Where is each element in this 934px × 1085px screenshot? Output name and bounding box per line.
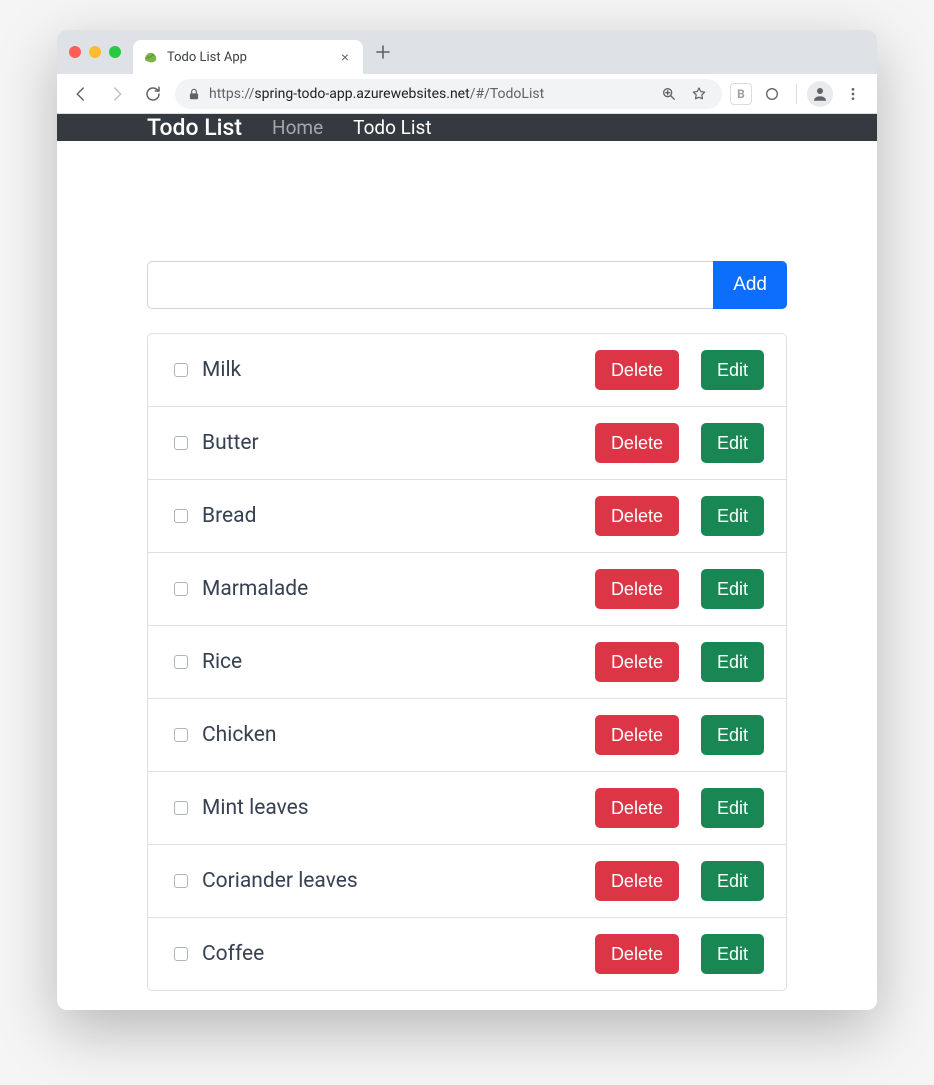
edit-button[interactable]: Edit xyxy=(701,423,764,463)
list-item: Chicken Delete Edit xyxy=(148,698,786,771)
app-navbar: Todo List Home Todo List xyxy=(57,114,877,141)
list-item: Mint leaves Delete Edit xyxy=(148,771,786,844)
delete-button[interactable]: Delete xyxy=(595,642,679,682)
delete-button[interactable]: Delete xyxy=(595,569,679,609)
nav-link-home[interactable]: Home xyxy=(272,116,323,139)
browser-toolbar: https://spring-todo-app.azurewebsites.ne… xyxy=(57,74,877,114)
add-row: Add xyxy=(147,261,787,309)
reload-button[interactable] xyxy=(139,80,167,108)
todo-checkbox[interactable] xyxy=(174,509,188,523)
edit-button[interactable]: Edit xyxy=(701,934,764,974)
edit-button[interactable]: Edit xyxy=(701,861,764,901)
delete-button[interactable]: Delete xyxy=(595,423,679,463)
kebab-menu-icon[interactable] xyxy=(839,80,867,108)
profile-avatar-icon[interactable] xyxy=(807,81,833,107)
extension-icon[interactable]: B xyxy=(730,83,752,105)
todo-text: Mint leaves xyxy=(202,796,581,820)
window-fullscreen-button[interactable] xyxy=(109,46,121,58)
todo-checkbox[interactable] xyxy=(174,874,188,888)
url-text: https://spring-todo-app.azurewebsites.ne… xyxy=(209,86,650,102)
delete-button[interactable]: Delete xyxy=(595,496,679,536)
url-host: spring-todo-app.azurewebsites.net xyxy=(254,86,469,102)
todo-checkbox[interactable] xyxy=(174,728,188,742)
list-item: Rice Delete Edit xyxy=(148,625,786,698)
todo-text: Marmalade xyxy=(202,577,581,601)
todo-text: Rice xyxy=(202,650,581,674)
new-todo-input[interactable] xyxy=(147,261,713,309)
todo-checkbox[interactable] xyxy=(174,436,188,450)
nav-link-todo-list[interactable]: Todo List xyxy=(353,116,431,139)
edit-button[interactable]: Edit xyxy=(701,496,764,536)
delete-button[interactable]: Delete xyxy=(595,788,679,828)
list-item: Bread Delete Edit xyxy=(148,479,786,552)
browser-window: Todo List App × xyxy=(57,30,877,1010)
window-controls xyxy=(69,30,133,74)
delete-button[interactable]: Delete xyxy=(595,934,679,974)
todo-checkbox[interactable] xyxy=(174,947,188,961)
edit-button[interactable]: Edit xyxy=(701,569,764,609)
browser-tab[interactable]: Todo List App × xyxy=(133,40,363,74)
window-minimize-button[interactable] xyxy=(89,46,101,58)
todo-checkbox[interactable] xyxy=(174,801,188,815)
bookmark-star-icon[interactable] xyxy=(688,83,710,105)
edit-button[interactable]: Edit xyxy=(701,715,764,755)
todo-checkbox[interactable] xyxy=(174,582,188,596)
todo-text: Chicken xyxy=(202,723,581,747)
delete-button[interactable]: Delete xyxy=(595,350,679,390)
lock-icon xyxy=(187,87,201,101)
todo-text: Coffee xyxy=(202,942,581,966)
tab-close-icon[interactable]: × xyxy=(337,49,353,65)
page-viewport: Todo List Home Todo List Add Milk Delete E… xyxy=(57,114,877,1010)
address-bar[interactable]: https://spring-todo-app.azurewebsites.ne… xyxy=(175,79,722,109)
list-item: Coffee Delete Edit xyxy=(148,917,786,990)
forward-button[interactable] xyxy=(103,80,131,108)
todo-checkbox[interactable] xyxy=(174,655,188,669)
url-path: /#/TodoList xyxy=(470,86,544,102)
list-item: Butter Delete Edit xyxy=(148,406,786,479)
list-item: Coriander leaves Delete Edit xyxy=(148,844,786,917)
tab-favicon-icon xyxy=(143,49,159,65)
add-button[interactable]: Add xyxy=(713,261,787,309)
navbar-brand: Todo List xyxy=(147,114,242,141)
edit-button[interactable]: Edit xyxy=(701,788,764,828)
todo-checkbox[interactable] xyxy=(174,363,188,377)
new-tab-button[interactable] xyxy=(369,38,397,66)
edit-button[interactable]: Edit xyxy=(701,350,764,390)
todo-text: Milk xyxy=(202,358,581,382)
zoom-icon[interactable] xyxy=(658,83,680,105)
delete-button[interactable]: Delete xyxy=(595,861,679,901)
todo-text: Bread xyxy=(202,504,581,528)
todo-text: Coriander leaves xyxy=(202,869,581,893)
page-body: Add Milk Delete Edit Butter Delete Edit Bread D… xyxy=(57,141,877,1010)
toolbar-divider xyxy=(796,84,797,104)
delete-button[interactable]: Delete xyxy=(595,715,679,755)
list-item: Milk Delete Edit xyxy=(148,334,786,406)
tab-strip: Todo List App × xyxy=(57,30,877,74)
back-button[interactable] xyxy=(67,80,95,108)
window-close-button[interactable] xyxy=(69,46,81,58)
extension-circle-icon[interactable] xyxy=(758,80,786,108)
url-scheme: https:// xyxy=(209,86,254,102)
todo-list: Milk Delete Edit Butter Delete Edit Bread Delet… xyxy=(147,333,787,991)
todo-text: Butter xyxy=(202,431,581,455)
tab-title: Todo List App xyxy=(167,50,329,65)
edit-button[interactable]: Edit xyxy=(701,642,764,682)
list-item: Marmalade Delete Edit xyxy=(148,552,786,625)
